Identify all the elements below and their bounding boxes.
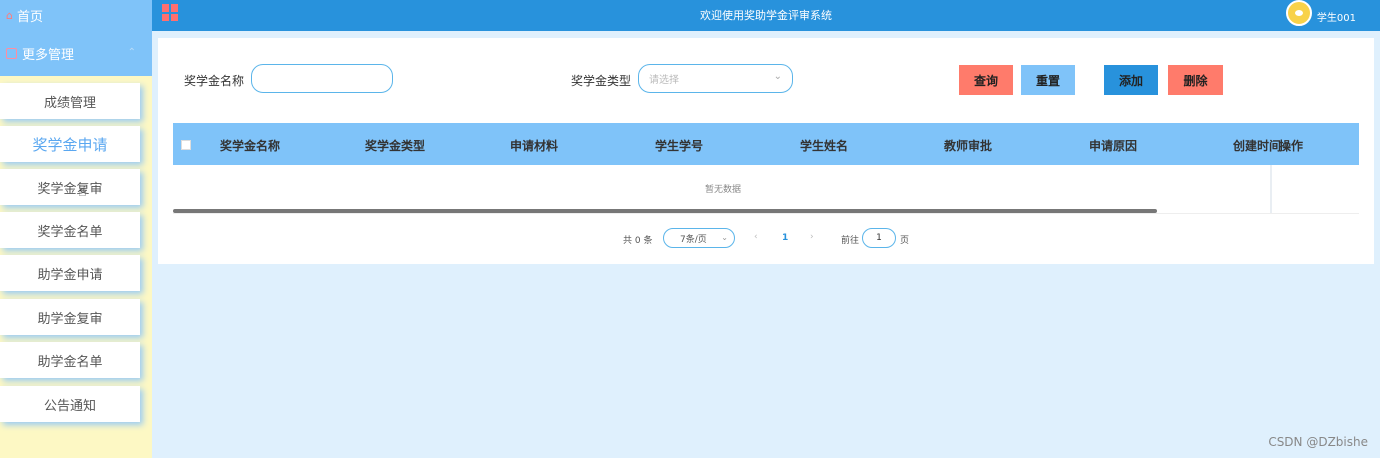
current-page[interactable]: 1 <box>782 233 788 243</box>
column-header[interactable]: 申请材料 <box>510 137 558 154</box>
username[interactable]: 学生001 <box>1317 9 1356 24</box>
total-count: 共 0 条 <box>623 236 653 246</box>
column-header[interactable]: 教师审批 <box>944 137 992 154</box>
query-button[interactable]: 查询 <box>959 65 1013 95</box>
column-header[interactable]: 学生学号 <box>655 137 703 154</box>
sidebar-item-label: 奖学金申请 <box>32 135 108 154</box>
next-page-icon[interactable]: › <box>810 232 814 242</box>
sidebar-item-grant-apply[interactable]: 助学金申请 <box>0 255 140 291</box>
prev-page-icon[interactable]: ‹ <box>754 232 758 242</box>
chevron-down-icon: ⌄ <box>721 233 728 242</box>
column-header[interactable]: 申请原因 <box>1089 137 1137 154</box>
sidebar-item-label: 助学金复审 <box>37 311 103 327</box>
chevron-down-icon: ⌄ <box>773 71 782 82</box>
scholarship-name-label: 奖学金名称 <box>184 74 245 88</box>
scholarship-type-label: 奖学金类型 <box>571 74 632 88</box>
goto-page-input[interactable]: 1 <box>862 228 896 248</box>
page-size-value: 7条/页 <box>680 234 707 245</box>
page-size-select[interactable]: 7条/页 ⌄ <box>663 228 735 248</box>
main-panel: 奖学金名称 奖学金类型 请选择 ⌄ 查询 重置 添加 删除 奖学金名称 奖学金类… <box>158 38 1374 264</box>
chevron-up-icon: ⌃ <box>127 47 136 58</box>
sidebar-item-label: 公告通知 <box>43 398 96 414</box>
sidebar-more-management[interactable]: 更多管理 ⌃ <box>0 31 152 76</box>
scroll-track <box>173 213 1359 214</box>
delete-button[interactable]: 删除 <box>1168 65 1223 95</box>
scholarship-name-input[interactable] <box>251 64 393 93</box>
scholarship-type-select[interactable]: 请选择 ⌄ <box>638 64 793 93</box>
sidebar: ⌂ 首页 更多管理 ⌃ 成绩管理 奖学金申请 奖学金复审 奖学金名单 助学金申请… <box>0 0 152 458</box>
goto-label: 前往 <box>841 236 860 246</box>
sidebar-item-notices[interactable]: 公告通知 <box>0 386 140 422</box>
ops-column-divider <box>1270 165 1359 213</box>
ops-column-header: 操作 <box>1279 139 1304 153</box>
sidebar-item-label: 成绩管理 <box>43 95 96 111</box>
page-suffix: 页 <box>900 236 910 246</box>
select-placeholder: 请选择 <box>649 75 679 86</box>
column-header[interactable]: 创建时间 <box>1233 137 1281 154</box>
sidebar-more-label: 更多管理 <box>22 48 75 63</box>
sidebar-item-grades[interactable]: 成绩管理 <box>0 83 140 119</box>
reset-button[interactable]: 重置 <box>1021 65 1075 95</box>
horizontal-scrollbar[interactable] <box>173 209 1157 213</box>
column-header[interactable]: 学生姓名 <box>800 137 848 154</box>
watermark: CSDN @DZbishe <box>1268 435 1368 449</box>
add-button[interactable]: 添加 <box>1104 65 1158 95</box>
sidebar-item-scholarship-list[interactable]: 奖学金名单 <box>0 212 140 248</box>
menu-icon <box>6 48 17 59</box>
sidebar-item-label: 奖学金复审 <box>37 181 103 197</box>
home-icon: ⌂ <box>6 9 13 22</box>
sidebar-item-label: 助学金名单 <box>37 354 103 370</box>
table-header: 奖学金名称 奖学金类型 申请材料 学生学号 学生姓名 教师审批 申请原因 创建时… <box>173 123 1359 165</box>
column-header[interactable]: 奖学金名称 <box>220 137 280 154</box>
sidebar-home[interactable]: ⌂ 首页 <box>0 0 152 31</box>
sidebar-home-label: 首页 <box>16 10 43 25</box>
sidebar-item-label: 奖学金名单 <box>37 224 103 240</box>
sidebar-item-label: 助学金申请 <box>37 267 103 283</box>
sidebar-item-grant-list[interactable]: 助学金名单 <box>0 342 140 378</box>
hand-cursor-icon: ☝ <box>78 184 87 200</box>
empty-text: 暂无数据 <box>704 185 741 195</box>
column-header[interactable]: 奖学金类型 <box>365 137 425 154</box>
sidebar-item-scholarship-apply[interactable]: 奖学金申请 <box>0 126 140 162</box>
sidebar-item-grant-review[interactable]: 助学金复审 <box>0 299 140 335</box>
avatar[interactable] <box>1286 0 1312 26</box>
sidebar-item-scholarship-review[interactable]: 奖学金复审 <box>0 169 140 205</box>
top-header: 欢迎使用奖助学金评审系统 学生001 <box>152 0 1380 31</box>
select-all-checkbox[interactable] <box>181 140 191 150</box>
page-title: 欢迎使用奖助学金评审系统 <box>700 9 832 22</box>
